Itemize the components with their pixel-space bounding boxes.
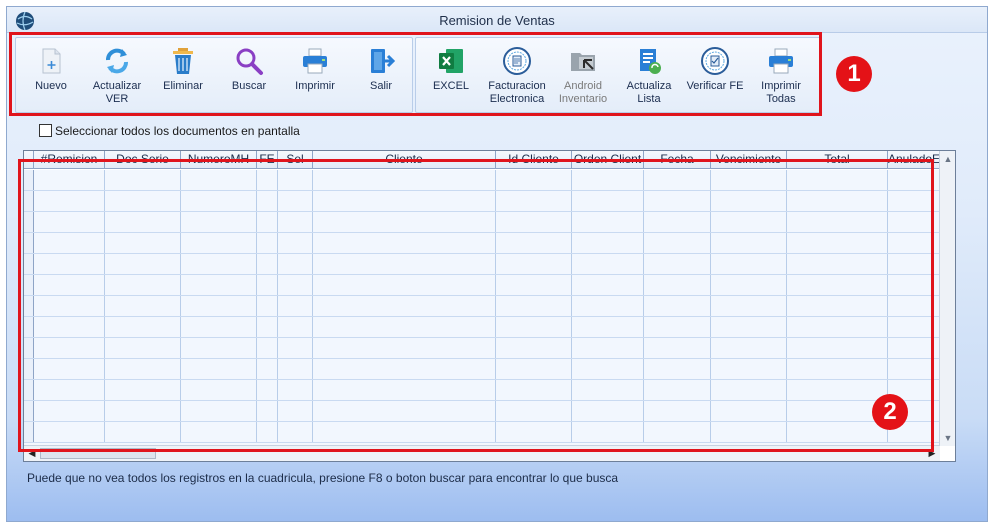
annotation-badge-1: 1 (836, 56, 872, 92)
select-all-checkbox[interactable] (39, 124, 52, 137)
window-title: Remision de Ventas (439, 13, 555, 28)
select-all-option[interactable]: Seleccionar todos los documentos en pant… (39, 124, 300, 138)
annotation-box-toolbar (9, 32, 822, 116)
annotation-box-grid (18, 159, 934, 452)
scroll-down-icon[interactable]: ▼ (940, 430, 955, 446)
vertical-scrollbar[interactable]: ▲ ▼ (939, 151, 955, 446)
annotation-badge-2: 2 (872, 394, 908, 430)
status-message: Puede que no vea todos los registros en … (27, 471, 619, 485)
title-bar: Remision de Ventas (7, 7, 987, 33)
scroll-up-icon[interactable]: ▲ (940, 151, 955, 167)
select-all-label: Seleccionar todos los documentos en pant… (55, 124, 300, 138)
